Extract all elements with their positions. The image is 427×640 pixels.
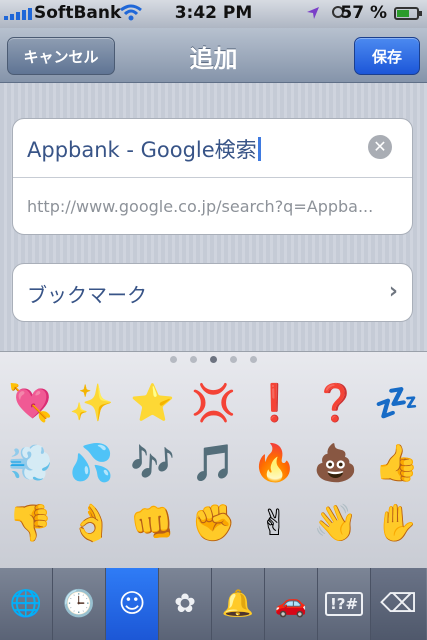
text-cursor: [257, 137, 261, 161]
car-icon[interactable]: 🚗: [265, 568, 318, 640]
delete-icon[interactable]: ⌫: [371, 568, 426, 640]
page-dot[interactable]: [230, 356, 237, 363]
emoji-key[interactable]: 🔥: [244, 435, 305, 495]
page-dot[interactable]: [250, 356, 257, 363]
emoji-key[interactable]: 👌: [61, 495, 122, 555]
emoji-keyboard: 💘 ✨ ⭐ 💢 ❗ ❓ 💤 💨 💦 🎶 🎵 🔥 💩 👍 👎 👌 👊 ✊ ✌ 👋 …: [0, 351, 427, 569]
title-field-text: Appbank - Google検索: [27, 138, 257, 162]
emoji-key[interactable]: ✌: [244, 495, 305, 555]
navigation-bar: キャンセル 追加 保存: [0, 28, 427, 83]
emoji-key[interactable]: 💦: [61, 435, 122, 495]
emoji-key[interactable]: ✊: [183, 495, 244, 555]
emoji-key[interactable]: 💢: [183, 375, 244, 435]
emoji-key[interactable]: 👊: [122, 495, 183, 555]
emoji-key[interactable]: ❗: [244, 375, 305, 435]
save-button[interactable]: 保存: [354, 37, 420, 75]
emoji-grid: 💘 ✨ ⭐ 💢 ❗ ❓ 💤 💨 💦 🎶 🎵 🔥 💩 👍 👎 👌 👊 ✊ ✌ 👋 …: [0, 375, 427, 555]
symbols-icon[interactable]: !?#: [318, 568, 371, 640]
title-field[interactable]: Appbank - Google検索: [27, 134, 261, 164]
chevron-right-icon: ›: [388, 279, 398, 304]
emoji-row: 💘 ✨ ⭐ 💢 ❗ ❓ 💤: [0, 375, 427, 435]
symbols-label: !?#: [324, 592, 364, 616]
emoji-key[interactable]: 👍: [366, 435, 427, 495]
flower-icon[interactable]: ✿: [159, 568, 212, 640]
bookmark-fields-group: Appbank - Google検索 ✕ http://www.google.c…: [12, 118, 413, 235]
bookmark-form: Appbank - Google検索 ✕ http://www.google.c…: [0, 83, 427, 351]
emoji-key[interactable]: 💨: [0, 435, 61, 495]
page-dot-active[interactable]: [210, 356, 217, 363]
emoji-key[interactable]: 👋: [305, 495, 366, 555]
recent-clock-icon[interactable]: 🕒: [53, 568, 106, 640]
globe-icon[interactable]: 🌐: [0, 568, 53, 640]
emoji-key[interactable]: 🎵: [183, 435, 244, 495]
emoji-key[interactable]: 💤: [366, 375, 427, 435]
title-field-row[interactable]: Appbank - Google検索 ✕: [13, 119, 412, 178]
battery-percent: 57 %: [340, 3, 387, 23]
page-indicator[interactable]: [0, 356, 427, 363]
emoji-key[interactable]: ❓: [305, 375, 366, 435]
emoji-key[interactable]: ✋: [366, 495, 427, 555]
location-arrow-icon: [307, 7, 319, 19]
page-dot[interactable]: [170, 356, 177, 363]
emoji-key[interactable]: 🎶: [122, 435, 183, 495]
emoji-category-bar: 🌐 🕒 ☺ ✿ 🔔 🚗 !?# ⌫: [0, 568, 427, 640]
emoji-row: 👎 👌 👊 ✊ ✌ 👋 ✋: [0, 495, 427, 555]
url-field[interactable]: http://www.google.co.jp/search?q=Appba..…: [27, 197, 373, 216]
smiley-icon[interactable]: ☺: [106, 568, 159, 640]
page-dot[interactable]: [190, 356, 197, 363]
emoji-key[interactable]: ✨: [61, 375, 122, 435]
bell-icon[interactable]: 🔔: [212, 568, 265, 640]
emoji-key[interactable]: ⭐: [122, 375, 183, 435]
status-bar: SoftBank 3:42 PM 57 %: [0, 0, 427, 28]
emoji-key[interactable]: 💩: [305, 435, 366, 495]
clear-text-icon[interactable]: ✕: [368, 135, 392, 159]
location-row[interactable]: ブックマーク ›: [12, 263, 413, 322]
emoji-key[interactable]: 👎: [0, 495, 61, 555]
battery-icon: [394, 7, 422, 20]
emoji-key[interactable]: 💘: [0, 375, 61, 435]
location-label: ブックマーク: [27, 283, 147, 307]
emoji-row: 💨 💦 🎶 🎵 🔥 💩 👍: [0, 435, 427, 495]
